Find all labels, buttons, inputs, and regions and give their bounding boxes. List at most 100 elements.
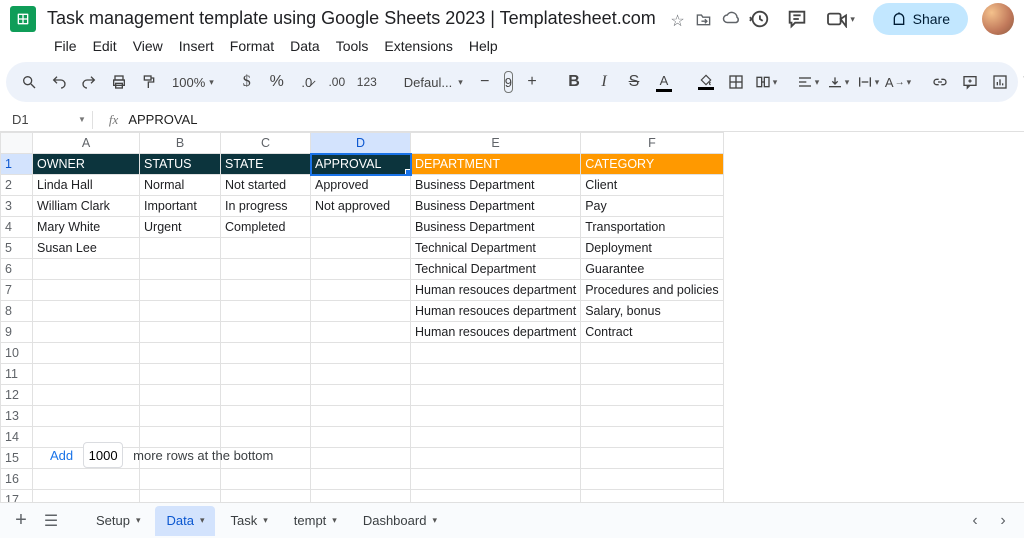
row-header[interactable]: 16: [1, 469, 33, 490]
tab-menu-icon[interactable]: ▾: [200, 515, 205, 526]
document-title[interactable]: Task management template using Google Sh…: [44, 7, 659, 30]
tab-scroll-right-icon[interactable]: ›: [990, 507, 1016, 535]
cell[interactable]: [411, 448, 581, 469]
cell[interactable]: Linda Hall: [33, 175, 140, 196]
cell[interactable]: STATUS: [140, 154, 221, 175]
cell[interactable]: [140, 238, 221, 259]
cell[interactable]: [140, 469, 221, 490]
add-rows-count-input[interactable]: [83, 442, 123, 468]
cell[interactable]: [140, 322, 221, 343]
sheet-tab-setup[interactable]: Setup▾: [84, 506, 151, 536]
bold-icon[interactable]: B: [561, 68, 587, 96]
cell[interactable]: [311, 322, 411, 343]
insert-chart-icon[interactable]: [987, 68, 1013, 96]
cell[interactable]: [140, 343, 221, 364]
cell[interactable]: [311, 385, 411, 406]
redo-icon[interactable]: [76, 68, 102, 96]
cell[interactable]: [140, 280, 221, 301]
column-header-B[interactable]: B: [140, 133, 221, 154]
cell[interactable]: [140, 385, 221, 406]
cell[interactable]: Guarantee: [581, 259, 723, 280]
add-rows-link[interactable]: Add: [50, 448, 73, 463]
cell[interactable]: Approved: [311, 175, 411, 196]
menu-edit[interactable]: Edit: [85, 36, 125, 56]
cell[interactable]: [221, 343, 311, 364]
move-icon[interactable]: [695, 11, 712, 31]
column-header-E[interactable]: E: [411, 133, 581, 154]
cell[interactable]: Mary White: [33, 217, 140, 238]
cell[interactable]: [33, 490, 140, 503]
row-header[interactable]: 7: [1, 280, 33, 301]
cell[interactable]: Important: [140, 196, 221, 217]
cell[interactable]: [221, 280, 311, 301]
cell[interactable]: [581, 427, 723, 448]
search-menu-icon[interactable]: [16, 68, 42, 96]
borders-icon[interactable]: [723, 68, 749, 96]
cell[interactable]: [581, 385, 723, 406]
cell[interactable]: [581, 364, 723, 385]
cell[interactable]: Procedures and policies: [581, 280, 723, 301]
cloud-status-icon[interactable]: [722, 11, 740, 31]
cell[interactable]: Transportation: [581, 217, 723, 238]
decrease-decimal-icon[interactable]: .0̷: [294, 68, 320, 96]
cell[interactable]: Business Department: [411, 217, 581, 238]
cell[interactable]: [221, 469, 311, 490]
menu-view[interactable]: View: [125, 36, 171, 56]
sheet-tab-task[interactable]: Task▾: [219, 506, 278, 536]
cell[interactable]: [311, 343, 411, 364]
font-size-input[interactable]: 9: [504, 71, 513, 93]
cell[interactable]: [581, 469, 723, 490]
cell[interactable]: Not started: [221, 175, 311, 196]
row-header[interactable]: 9: [1, 322, 33, 343]
star-icon[interactable]: ☆: [670, 11, 684, 31]
cell[interactable]: [33, 322, 140, 343]
cell[interactable]: [140, 301, 221, 322]
cell[interactable]: Urgent: [140, 217, 221, 238]
more-formats-icon[interactable]: 123: [354, 68, 380, 96]
cell[interactable]: [411, 490, 581, 503]
cell[interactable]: William Clark: [33, 196, 140, 217]
row-header[interactable]: 6: [1, 259, 33, 280]
cell[interactable]: [311, 301, 411, 322]
cell[interactable]: APPROVAL: [311, 154, 411, 175]
cell[interactable]: [140, 259, 221, 280]
cell[interactable]: Deployment: [581, 238, 723, 259]
menu-format[interactable]: Format: [222, 36, 282, 56]
name-box-dropdown-icon[interactable]: ▼: [78, 115, 86, 124]
cell[interactable]: [221, 259, 311, 280]
cell[interactable]: Susan Lee: [33, 238, 140, 259]
fill-color-icon[interactable]: [693, 68, 719, 96]
cell[interactable]: Human resouces department: [411, 301, 581, 322]
cell[interactable]: [581, 490, 723, 503]
cell[interactable]: CATEGORY: [581, 154, 723, 175]
merge-cells-icon[interactable]: ▾: [753, 68, 779, 96]
sheet-tab-dashboard[interactable]: Dashboard▾: [351, 506, 447, 536]
increase-decimal-icon[interactable]: .00: [324, 68, 350, 96]
filter-icon[interactable]: [1017, 68, 1024, 96]
menu-insert[interactable]: Insert: [171, 36, 222, 56]
strikethrough-icon[interactable]: S: [621, 68, 647, 96]
print-icon[interactable]: [106, 68, 132, 96]
cell[interactable]: [581, 343, 723, 364]
cell[interactable]: [221, 238, 311, 259]
text-color-icon[interactable]: A: [651, 68, 677, 96]
currency-icon[interactable]: $: [234, 68, 260, 96]
name-box[interactable]: D1: [4, 112, 54, 127]
select-all-corner[interactable]: [1, 133, 33, 154]
cell[interactable]: [33, 259, 140, 280]
cell[interactable]: [140, 406, 221, 427]
share-button[interactable]: Share: [873, 3, 968, 35]
cell[interactable]: [311, 364, 411, 385]
menu-extensions[interactable]: Extensions: [376, 36, 460, 56]
sheet-tab-tempt[interactable]: tempt▾: [282, 506, 347, 536]
cell[interactable]: [581, 406, 723, 427]
percent-icon[interactable]: %: [264, 68, 290, 96]
cell[interactable]: [311, 238, 411, 259]
font-select[interactable]: Defaul...▾: [396, 75, 456, 90]
cell[interactable]: Pay: [581, 196, 723, 217]
decrease-font-icon[interactable]: −: [472, 68, 498, 96]
cell[interactable]: Human resouces department: [411, 322, 581, 343]
column-header-A[interactable]: A: [33, 133, 140, 154]
text-wrap-icon[interactable]: ▾: [855, 68, 881, 96]
cell[interactable]: [311, 280, 411, 301]
